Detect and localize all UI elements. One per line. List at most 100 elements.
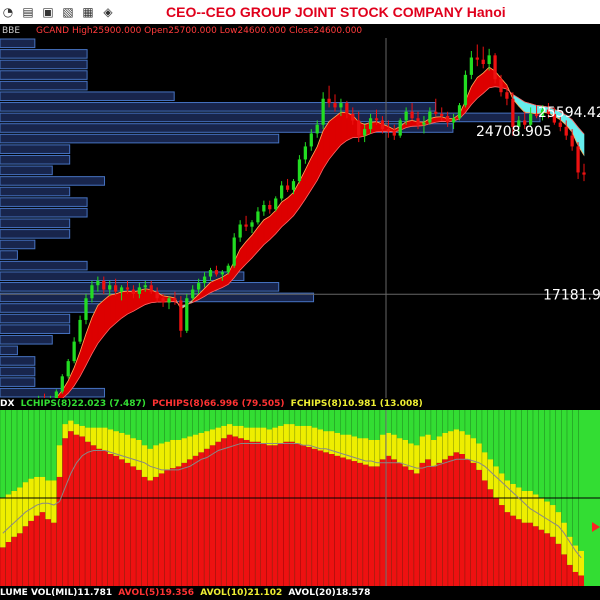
lchips-segment <box>289 424 295 442</box>
pchips-segment <box>90 445 97 586</box>
fchips-segment <box>283 410 290 425</box>
image-icon[interactable]: ▧ <box>62 0 74 24</box>
lchips-legend: LCHIPS(8)22.023 (7.487) <box>20 399 146 409</box>
pchips-segment <box>226 434 233 586</box>
avol5-legend: AVOL(5)19.356 <box>118 588 195 598</box>
fchips-segment <box>221 410 227 426</box>
candle-body <box>226 265 230 273</box>
lchips-segment <box>73 424 80 435</box>
candle <box>78 315 82 344</box>
lchips-segment <box>379 434 386 460</box>
pchips-segment <box>294 443 301 586</box>
fchips-segment <box>175 410 182 440</box>
candle-body <box>84 298 88 320</box>
lchips-segment <box>28 478 35 521</box>
profile-bar <box>0 229 71 239</box>
fchips-segment <box>487 410 494 460</box>
fchips-segment <box>107 410 114 430</box>
fchips-segment <box>68 410 74 421</box>
pchips-segment <box>300 445 307 586</box>
pchips-segment <box>209 445 216 586</box>
profile-bar <box>0 133 280 144</box>
fchips-segment <box>572 410 579 546</box>
candle-body <box>244 224 248 227</box>
profile-bar <box>0 207 88 218</box>
fchips-segment <box>119 410 125 433</box>
fchips-segment <box>368 410 375 440</box>
candle-body <box>386 129 390 132</box>
candle-body <box>440 113 444 117</box>
candle-body <box>173 298 177 301</box>
fchips-segment <box>396 410 403 439</box>
grid-icon[interactable]: ▦ <box>82 0 94 24</box>
fchips-segment <box>187 410 193 437</box>
candle-body <box>90 285 94 299</box>
pchips-segment <box>402 466 409 586</box>
fchips-segment <box>504 410 511 481</box>
pchips-segment <box>447 455 454 586</box>
briefcase-icon[interactable]: ▣ <box>42 0 54 24</box>
price-chart[interactable]: 25594.42 24708.905 17181.95 <box>0 38 600 398</box>
pchips-segment <box>85 441 91 586</box>
fchips-segment <box>124 410 131 435</box>
candle-body <box>339 103 343 108</box>
chips-indicator-chart[interactable] <box>0 410 600 586</box>
candle-body <box>463 74 468 106</box>
candle <box>185 293 189 333</box>
pchips-segment <box>34 515 40 586</box>
vol-legend: LUME VOL(MIL)11.781 <box>0 588 113 598</box>
candle <box>493 53 497 84</box>
profile-bar <box>0 313 71 324</box>
lchips-segment <box>396 438 403 463</box>
lchips-segment <box>107 429 114 454</box>
layers-icon[interactable]: ◈ <box>102 0 114 24</box>
candle-body <box>161 298 165 303</box>
pchips-segment <box>391 459 397 586</box>
pchips-segment <box>311 448 318 586</box>
pchips-segment <box>578 575 584 586</box>
profile-bar <box>0 377 36 387</box>
profile-bar <box>0 91 175 102</box>
lchips-segment <box>17 487 23 534</box>
fchips-segment <box>39 410 46 477</box>
lchips-segment <box>515 487 522 520</box>
lchips-segment <box>34 476 40 516</box>
wifi-icon[interactable]: ◔ <box>2 0 14 24</box>
lchips-segment <box>192 434 199 456</box>
pchips-segment <box>357 462 363 586</box>
candle <box>285 178 290 192</box>
candle-body <box>119 287 124 292</box>
pchips-segment <box>243 439 250 586</box>
lchips-segment <box>136 439 142 470</box>
pchips-segment <box>107 454 114 586</box>
candle-body <box>315 124 319 134</box>
lchips-segment <box>260 427 267 444</box>
pchips-segment <box>272 445 278 586</box>
lchips-segment <box>181 438 188 463</box>
candle <box>84 293 88 325</box>
lchips-segment <box>164 441 171 470</box>
candle-body <box>108 285 112 290</box>
profile-bar <box>0 218 71 229</box>
print-icon[interactable]: ▤ <box>22 0 34 24</box>
lchips-segment <box>317 429 324 451</box>
lchips-segment <box>311 427 318 449</box>
fchips-segment <box>170 410 176 440</box>
profile-bar <box>0 366 36 377</box>
lchips-segment <box>272 427 278 446</box>
pchips-segment <box>221 438 227 586</box>
fchips-segment <box>73 410 80 425</box>
candle <box>315 120 319 138</box>
candle-body <box>582 172 586 175</box>
candle-body <box>309 133 313 147</box>
pchips-segment <box>413 473 420 586</box>
fchips-segment <box>209 410 216 430</box>
profile-bar <box>0 303 106 313</box>
lchips-segment <box>85 427 91 442</box>
candle-body <box>351 113 355 121</box>
pchips-segment <box>11 536 18 586</box>
fchips-segment <box>436 410 443 437</box>
pchips-segment <box>113 455 120 586</box>
fchips-segment <box>555 410 562 513</box>
ohlc-readout: GCAND High25900.000 Open25700.000 Low246… <box>36 26 363 36</box>
